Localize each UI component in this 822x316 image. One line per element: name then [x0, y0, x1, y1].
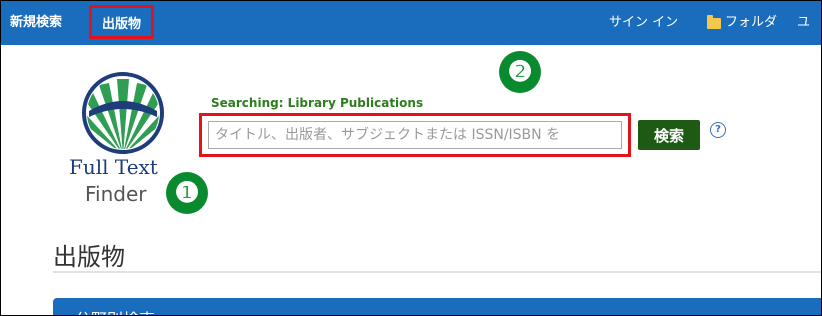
logo-text-full-text: Full Text — [69, 155, 158, 179]
annotation-marker-2: ❷ — [499, 51, 541, 93]
search-button[interactable]: 検索 — [638, 120, 700, 150]
app-frame: 新規検索 出版物 サイン イン フォルダ ユ Full Text Finder … — [0, 0, 822, 316]
nav-sign-in[interactable]: サイン イン — [609, 1, 678, 45]
nav-new-search[interactable]: 新規検索 — [10, 1, 62, 45]
nav-folder[interactable]: フォルダ — [707, 1, 777, 45]
title-divider — [53, 271, 821, 273]
top-nav: 新規検索 出版物 サイン イン フォルダ ユ — [1, 1, 821, 45]
annotation-marker-1: ❶ — [166, 172, 208, 214]
category-search-label: 分野別検索 — [75, 306, 155, 315]
search-input[interactable] — [208, 121, 622, 149]
category-search-panel[interactable]: 分野別検索 — [53, 298, 821, 315]
logo-text-finder: Finder — [85, 182, 147, 206]
help-icon[interactable]: ? — [710, 122, 726, 138]
nav-folder-label: フォルダ — [725, 15, 778, 30]
full-text-finder-logo-icon[interactable] — [81, 71, 165, 155]
folder-icon — [707, 14, 721, 29]
search-input-highlight — [199, 113, 631, 157]
search-scope-label: Searching: Library Publications — [211, 96, 424, 110]
page-title: 出版物 — [53, 243, 125, 271]
nav-publications[interactable]: 出版物 — [89, 5, 155, 39]
nav-user[interactable]: ユ — [797, 1, 810, 45]
